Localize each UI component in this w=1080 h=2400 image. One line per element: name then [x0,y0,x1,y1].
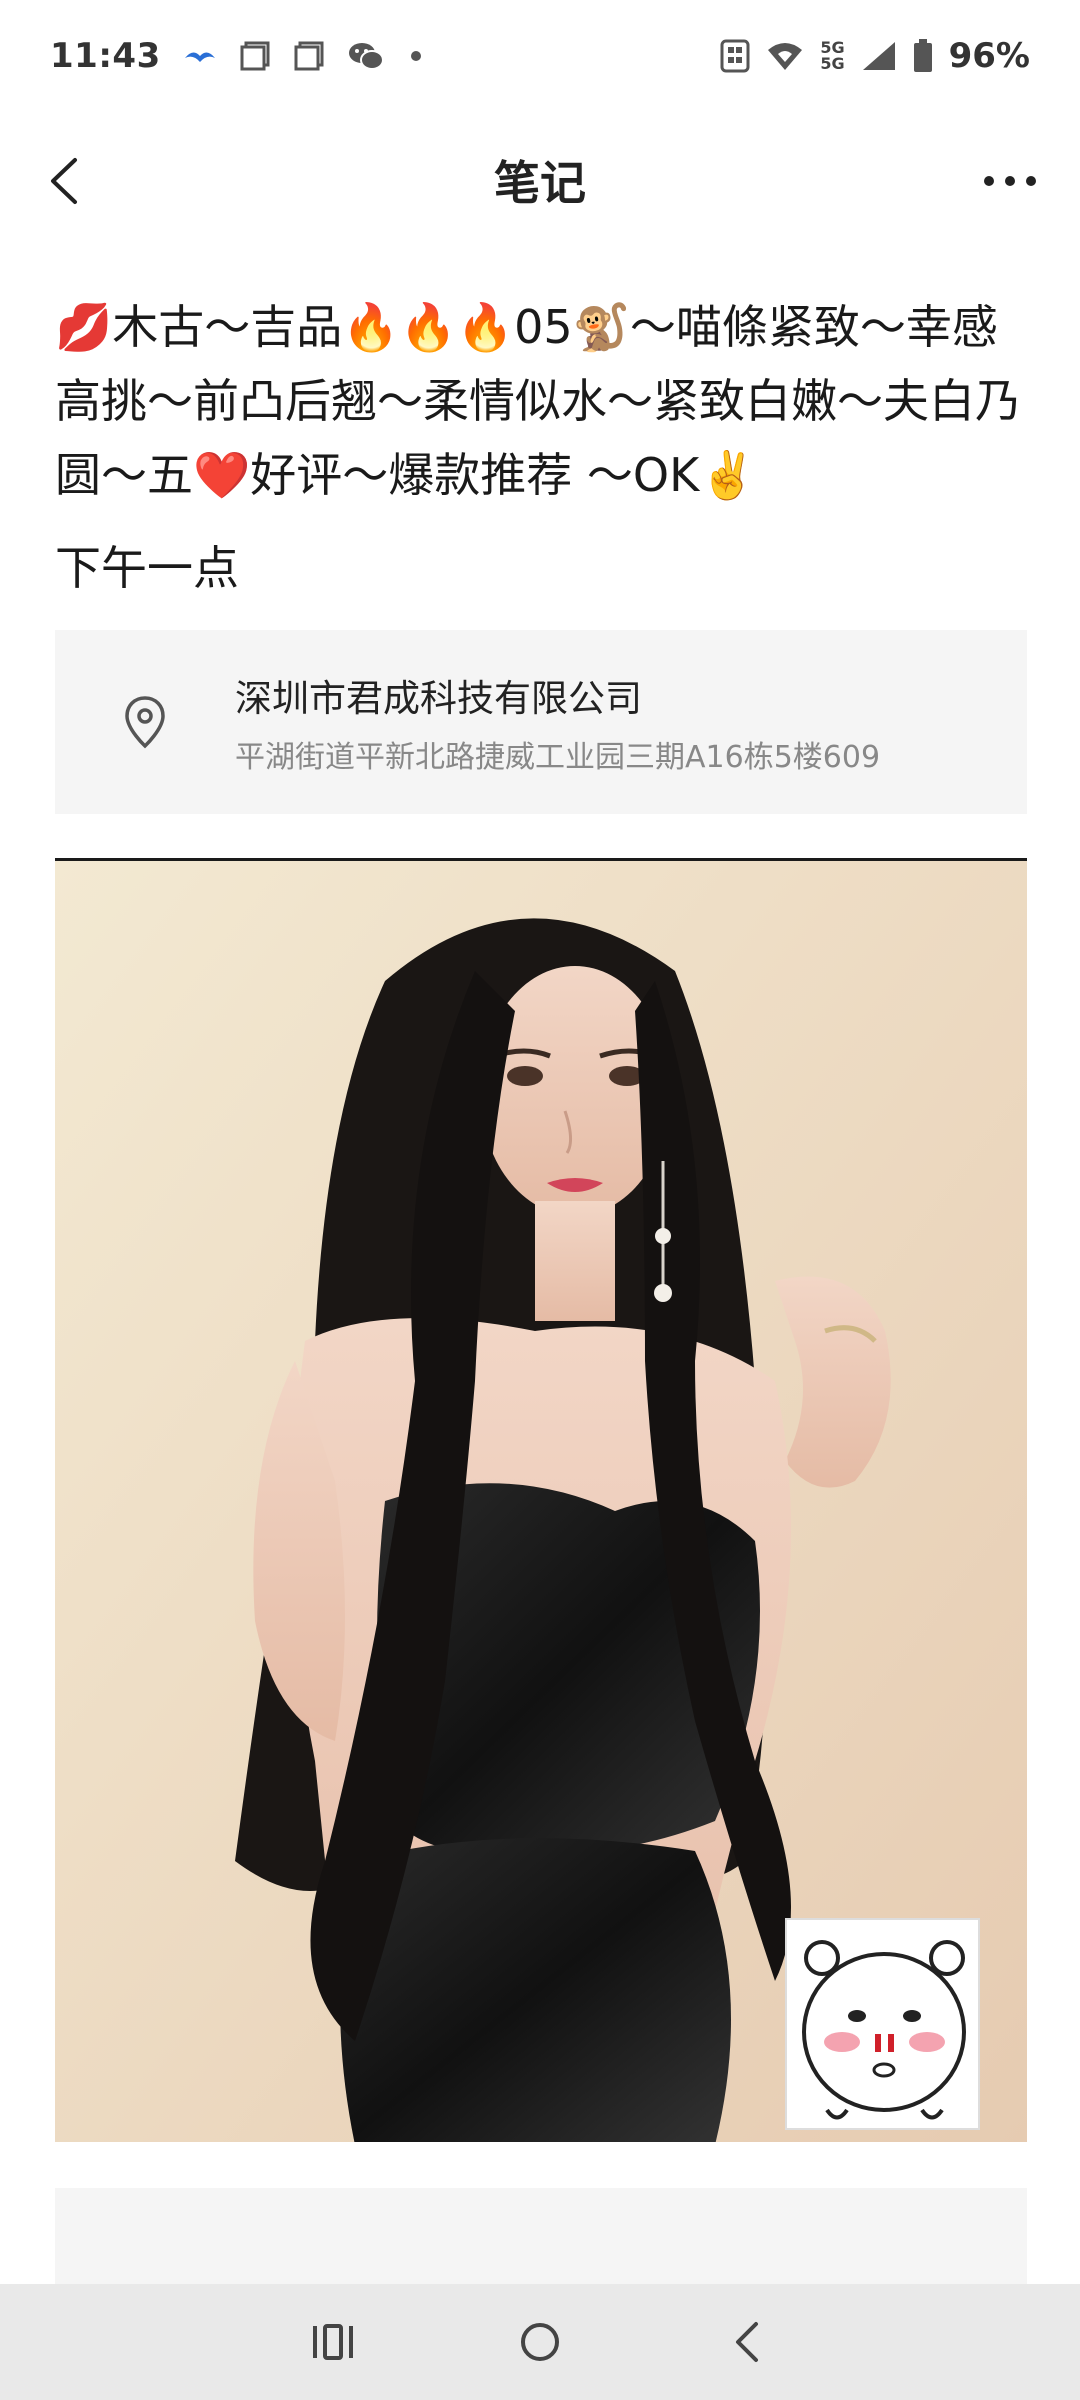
home-button[interactable] [495,2297,585,2387]
location-pin-icon [55,695,235,749]
network-type: 5G 5G [820,40,844,72]
more-button[interactable] [970,146,1050,216]
post-text: 💋木古～吉品🔥🔥🔥05🐒～喵條紧致～幸感高挑～前凸后翘～柔情似水～紧致白嫩～夫白… [55,300,1021,502]
post-subtext: 下午一点 [55,541,239,595]
wechat-icon [347,40,385,72]
battery-icon [913,39,933,73]
recent-apps-icon [313,2324,354,2360]
bird-icon [183,46,217,66]
nfc-icon [720,39,750,73]
sticker-image [785,1918,980,2130]
page-title: 笔记 [494,156,586,210]
location-name: 深圳市君成科技有限公司 [235,677,642,720]
system-back-button[interactable] [702,2297,792,2387]
battery-level: 96% [948,36,1030,76]
status-bar: 11:43 5G 5G 96% [0,0,1080,112]
wifi-icon [766,40,804,72]
post-content: 💋木古～吉品🔥🔥🔥05🐒～喵條紧致～幸感高挑～前凸后翘～柔情似水～紧致白嫩～夫白… [55,290,1025,598]
more-horizontal-icon [984,176,1036,186]
app-header: 笔记 [0,112,1080,248]
network-bottom-label: 5G [820,54,845,73]
location-address: 平湖街道平新北路捷威工业园三期A16栋5楼609 [235,740,881,775]
back-button[interactable] [30,146,100,216]
signal-icon [861,40,897,72]
recent-apps-button[interactable] [288,2297,378,2387]
dot-icon [410,51,421,61]
chevron-left-icon [51,158,77,204]
home-icon [520,2323,559,2361]
system-nav-bar [0,2284,1080,2400]
status-time: 11:43 [50,36,161,76]
next-content-card [55,2188,1027,2284]
square-icon [293,40,325,72]
square-icon [239,40,271,72]
location-card[interactable]: 深圳市君成科技有限公司 平湖街道平新北路捷威工业园三期A16栋5楼609 [55,630,1027,814]
back-icon [735,2322,758,2362]
